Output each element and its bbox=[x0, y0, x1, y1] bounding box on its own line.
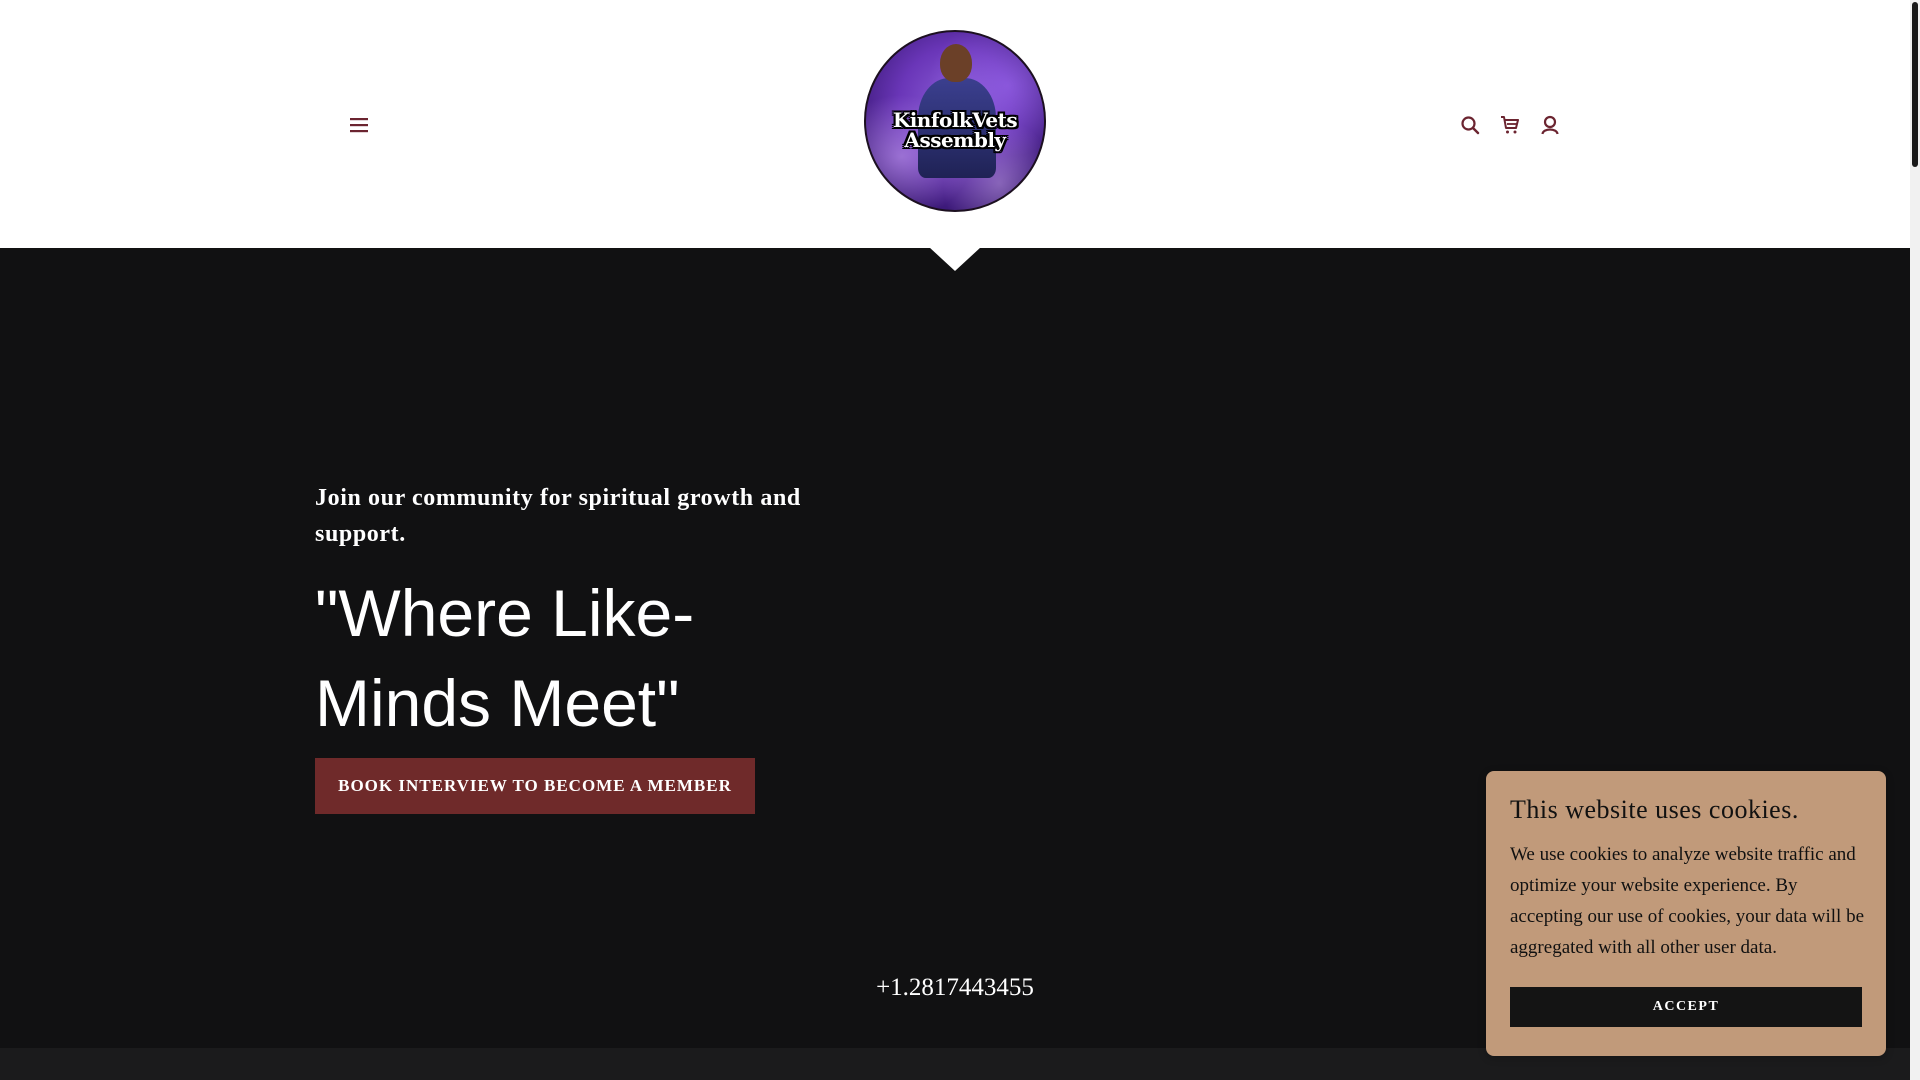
account-icon bbox=[1541, 115, 1559, 135]
hamburger-menu-button[interactable] bbox=[347, 113, 371, 137]
site-logo[interactable]: KinfolkVets Assembly bbox=[864, 30, 1046, 212]
book-interview-button[interactable]: BOOK INTERVIEW TO BECOME A MEMBER bbox=[315, 758, 755, 814]
hero-headline-line2: Minds Meet" bbox=[315, 666, 680, 740]
cookie-banner-title: This website uses cookies. bbox=[1510, 795, 1799, 824]
phone-link[interactable]: +1.2817443455 bbox=[815, 974, 1095, 1002]
cart-icon bbox=[1501, 116, 1519, 134]
search-button[interactable] bbox=[1458, 113, 1482, 137]
header-actions bbox=[1458, 113, 1562, 137]
logo-wordmark: KinfolkVets Assembly bbox=[866, 110, 1044, 150]
account-button[interactable] bbox=[1538, 113, 1562, 137]
search-icon bbox=[1461, 116, 1480, 135]
cart-button[interactable] bbox=[1498, 113, 1522, 137]
scrollbar-thumb[interactable] bbox=[1912, 2, 1918, 167]
cookie-banner: This website uses cookies. We use cookie… bbox=[1486, 771, 1886, 1056]
site-header: KinfolkVets Assembly bbox=[0, 0, 1910, 248]
hero-tagline: Join our community for spiritual growth … bbox=[315, 485, 801, 547]
header-notch bbox=[929, 247, 981, 271]
hamburger-menu-icon bbox=[350, 118, 368, 133]
page: KinfolkVets Assembly Join our community … bbox=[0, 0, 1920, 1080]
logo-wordmark-line2: Assembly bbox=[904, 128, 1006, 152]
hero-headline: "Where Like- Minds Meet" bbox=[315, 568, 915, 748]
hero-headline-line1: "Where Like- bbox=[315, 576, 695, 650]
cookie-accept-button[interactable]: ACCEPT bbox=[1510, 987, 1862, 1027]
logo-wordmark-line1: KinfolkVets bbox=[892, 108, 1018, 132]
logo-portrait-head bbox=[940, 44, 972, 82]
cookie-banner-text: We use cookies to analyze website traffi… bbox=[1510, 844, 1865, 958]
page-scrollbar[interactable] bbox=[1910, 0, 1920, 1080]
